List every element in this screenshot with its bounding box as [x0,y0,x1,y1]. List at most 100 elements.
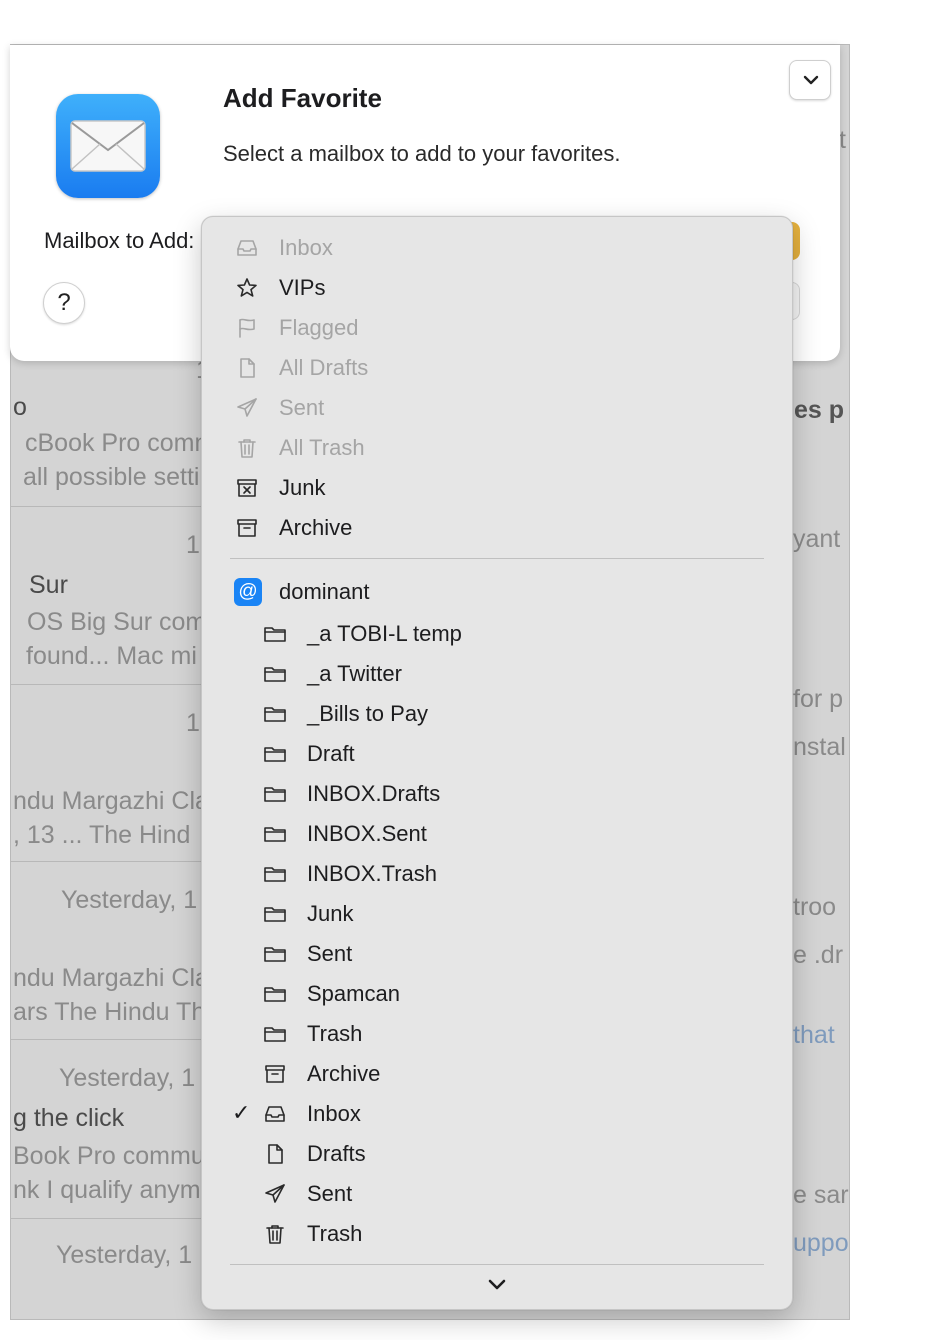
message-divider [11,506,211,507]
menu-item-inbox-sent[interactable]: INBOX.Sent [202,814,792,854]
menu-item-label: Sent [279,395,325,420]
folder-icon [263,742,287,766]
menu-item-junk[interactable]: Junk [202,468,792,508]
menu-item-label: Archive [307,1061,381,1086]
inbox-icon [235,236,259,260]
trash-icon [235,436,259,460]
folder-icon [263,782,287,806]
menu-item-label: Archive [279,515,353,540]
menu-item-all-trash: All Trash [202,428,792,468]
menu-item-label: Drafts [307,1141,366,1166]
menu-item-trash[interactable]: Trash [202,1214,792,1254]
menu-item-a-tobi-l-temp[interactable]: _a TOBI-L temp [202,614,792,654]
background-message-text: es p [794,396,845,424]
background-message-text: e .dr [793,941,844,969]
menu-item-label: VIPs [279,275,326,300]
background-message-text: Yesterday, 1 [59,1064,196,1092]
background-message-text: ars The Hindu Th [13,998,206,1026]
folder-icon [263,862,287,886]
menu-item-inbox: Inbox [202,228,792,268]
background-message-text: troo [793,893,837,921]
menu-item-all-drafts: All Drafts [202,348,792,388]
menu-item-sent[interactable]: Sent [202,934,792,974]
mail-app-icon [56,94,160,198]
menu-item-draft[interactable]: Draft [202,734,792,774]
background-message-text: OS Big Sur com [27,608,207,636]
checkmark-icon: ✓ [232,1100,251,1125]
menu-item-label: All Trash [279,435,365,460]
paperplane-icon [235,396,259,420]
menu-item-inbox-drafts[interactable]: INBOX.Drafts [202,774,792,814]
menu-item-label: Flagged [279,315,359,340]
menu-item-label: Draft [307,741,355,766]
background-message-text: found... Mac mi [26,642,197,670]
menu-item-label: dominant [279,579,370,604]
sheet-title: Add Favorite [223,83,382,113]
menu-item-label: Trash [307,1021,363,1046]
menu-item-vips[interactable]: VIPs [202,268,792,308]
document-icon [235,356,259,380]
background-message-text: t [839,126,846,154]
help-button[interactable]: ? [43,282,85,324]
inbox-icon [263,1102,287,1126]
menu-item-inbox[interactable]: ✓ Inbox [202,1094,792,1134]
menu-item-trash[interactable]: Trash [202,1014,792,1054]
menu-item-label: _a Twitter [307,661,402,686]
flag-icon [235,316,259,340]
folder-icon [263,702,287,726]
background-message-text: Book Pro commu [13,1142,205,1170]
collapse-sheet-button[interactable] [789,60,831,100]
menu-item-drafts[interactable]: Drafts [202,1134,792,1174]
menu-item-label: INBOX.Trash [307,861,437,886]
message-divider [11,684,211,685]
menu-item-label: Inbox [307,1101,361,1126]
account-header-dominant[interactable]: @ dominant [202,572,792,612]
menu-item-bills-to-pay[interactable]: _Bills to Pay [202,694,792,734]
trash-icon [263,1222,287,1246]
menu-item-label: _a TOBI-L temp [307,621,462,646]
folder-icon [263,982,287,1006]
menu-separator [230,1264,764,1265]
menu-item-label: Junk [279,475,326,500]
chevron-down-icon [803,75,819,85]
menu-item-archive[interactable]: Archive [202,1054,792,1094]
background-message-text: uppo [793,1229,849,1257]
background-message-text: o [13,393,27,421]
scroll-down-icon[interactable] [485,1276,509,1294]
menu-item-label: Spamcan [307,981,400,1006]
menu-item-label: All Drafts [279,355,369,380]
menu-separator [230,558,764,559]
background-message-text: nk I qualify anym [13,1176,201,1204]
mailbox-to-add-label: Mailbox to Add: [44,228,195,253]
menu-item-a-twitter[interactable]: _a Twitter [202,654,792,694]
folder-icon [263,1022,287,1046]
menu-item-junk[interactable]: Junk [202,894,792,934]
background-message-text: yant [793,525,841,553]
folder-icon [263,662,287,686]
background-message-text: cBook Pro comm [25,429,216,457]
menu-item-sent[interactable]: Sent [202,1174,792,1214]
background-message-text: , 13 ... The Hind [13,821,191,849]
background-message-text: ndu Margazhi Cla [13,787,209,815]
folder-icon [263,902,287,926]
folder-icon [263,822,287,846]
mailbox-dropdown-menu[interactable]: Inbox VIPs Flagged All Drafts Sent All Trash J… [201,216,793,1310]
background-message-text: Yesterday, 1 [56,1241,193,1269]
menu-item-label: Sent [307,941,353,966]
background-message-text: all possible setti [23,463,200,491]
menu-item-label: Inbox [279,235,333,260]
archive-icon [235,516,259,540]
folder-icon [263,942,287,966]
menu-item-inbox-trash[interactable]: INBOX.Trash [202,854,792,894]
document-icon [263,1142,287,1166]
background-message-text: g the click [13,1104,125,1132]
menu-item-flagged: Flagged [202,308,792,348]
menu-item-label: Trash [307,1221,363,1246]
background-message-text: Sur [29,571,68,599]
message-divider [11,1218,211,1219]
menu-item-spamcan[interactable]: Spamcan [202,974,792,1014]
message-divider [11,1039,211,1040]
background-message-text: Yesterday, 1 [61,886,198,914]
menu-item-sent: Sent [202,388,792,428]
menu-item-archive[interactable]: Archive [202,508,792,548]
